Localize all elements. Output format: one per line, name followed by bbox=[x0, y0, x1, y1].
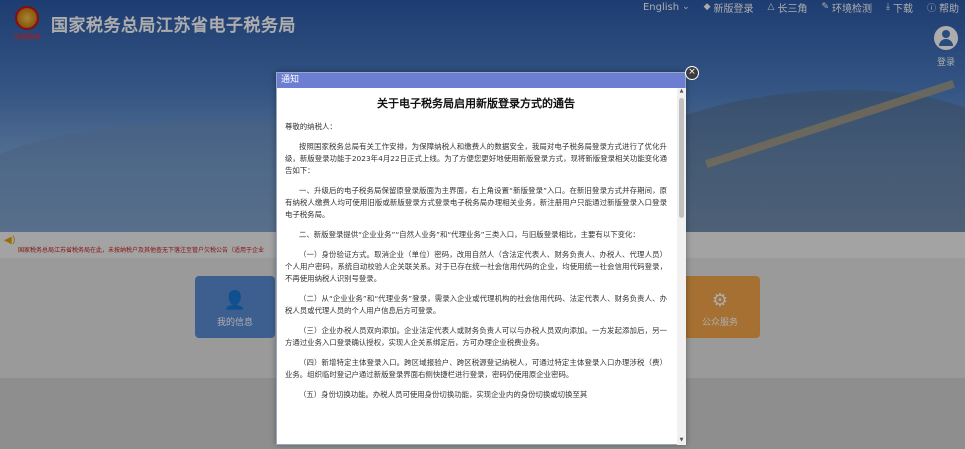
dialog-scrollbar[interactable]: ▲ ▼ bbox=[677, 88, 686, 445]
notice-paragraph: （一）身份验证方式。取消企业（单位）密码，改用自然人（含法定代表人、财务负责人、… bbox=[285, 250, 667, 283]
notice-dialog: 通知 关于电子税务局启用新版登录方式的通告 尊敬的纳税人： 按照国家税务总局有关… bbox=[276, 72, 686, 445]
notice-paragraph: 尊敬的纳税人： bbox=[285, 122, 337, 131]
notice-paragraph: 按照国家税务总局有关工作安排，为保障纳税人和缴费人的数据安全，我局对电子税务局登… bbox=[285, 142, 667, 175]
notice-paragraph: （二）从“企业业务”和“代理业务”登录，需录入企业或代理机构的社会信用代码、法定… bbox=[285, 294, 667, 315]
scroll-up-icon[interactable]: ▲ bbox=[678, 88, 685, 96]
notice-paragraph: 一、升级后的电子税务局保留原登录版面为主界面，右上角设置“新版登录”入口。在新旧… bbox=[285, 186, 667, 219]
notice-title: 关于电子税务局启用新版登录方式的通告 bbox=[377, 97, 575, 110]
notice-paragraph: 二、新版登录提供“企业业务”“自然人业务”和“代理业务”三类入口，与旧版登录相比… bbox=[299, 230, 640, 239]
scroll-down-icon[interactable]: ▼ bbox=[678, 437, 685, 445]
notice-paragraph: （三）企业办税人员双向添加。企业法定代表人或财务负责人可以与办税人员双向添加。一… bbox=[285, 326, 667, 347]
dialog-header: 通知 bbox=[277, 73, 685, 88]
scrollbar-thumb[interactable] bbox=[679, 98, 684, 218]
notice-paragraph: （五）身份切换功能。办税人员可使用身份切换功能，实现企业内的身份切换或切换至其 bbox=[299, 390, 588, 399]
dialog-content: 关于电子税务局启用新版登录方式的通告 尊敬的纳税人： 按照国家税务总局有关工作安… bbox=[277, 88, 677, 445]
close-icon[interactable]: × bbox=[685, 66, 699, 80]
notice-paragraph: （四）新增特定主体登录入口。跨区域报验户、跨区税源登记纳税人，可通过特定主体登录… bbox=[285, 358, 667, 379]
